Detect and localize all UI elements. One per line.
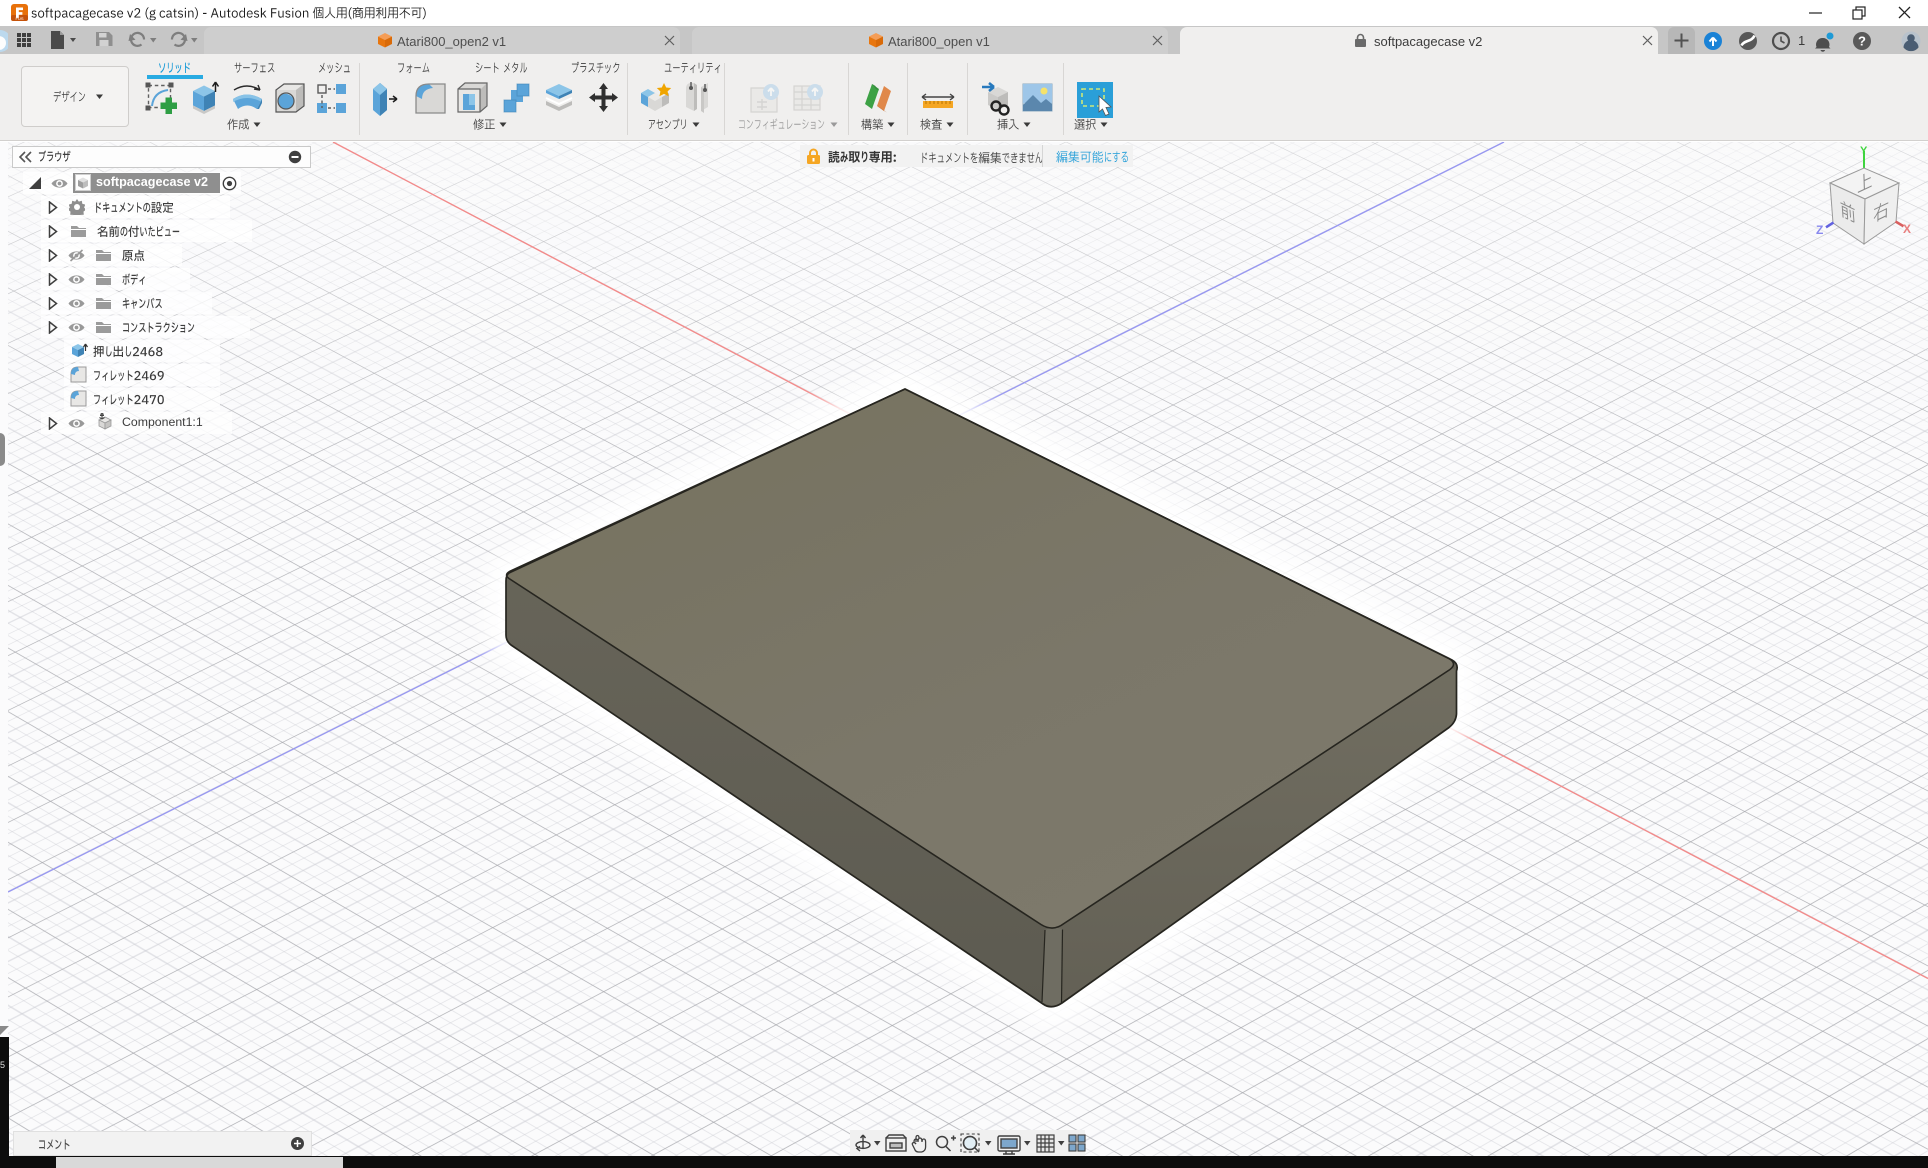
svg-text:FUS: FUS	[16, 16, 24, 21]
svg-text:?: ?	[1858, 34, 1866, 49]
svg-text:X: X	[1903, 222, 1911, 236]
svg-text:Z: Z	[1816, 223, 1823, 237]
svg-text:Y: Y	[1860, 145, 1868, 157]
